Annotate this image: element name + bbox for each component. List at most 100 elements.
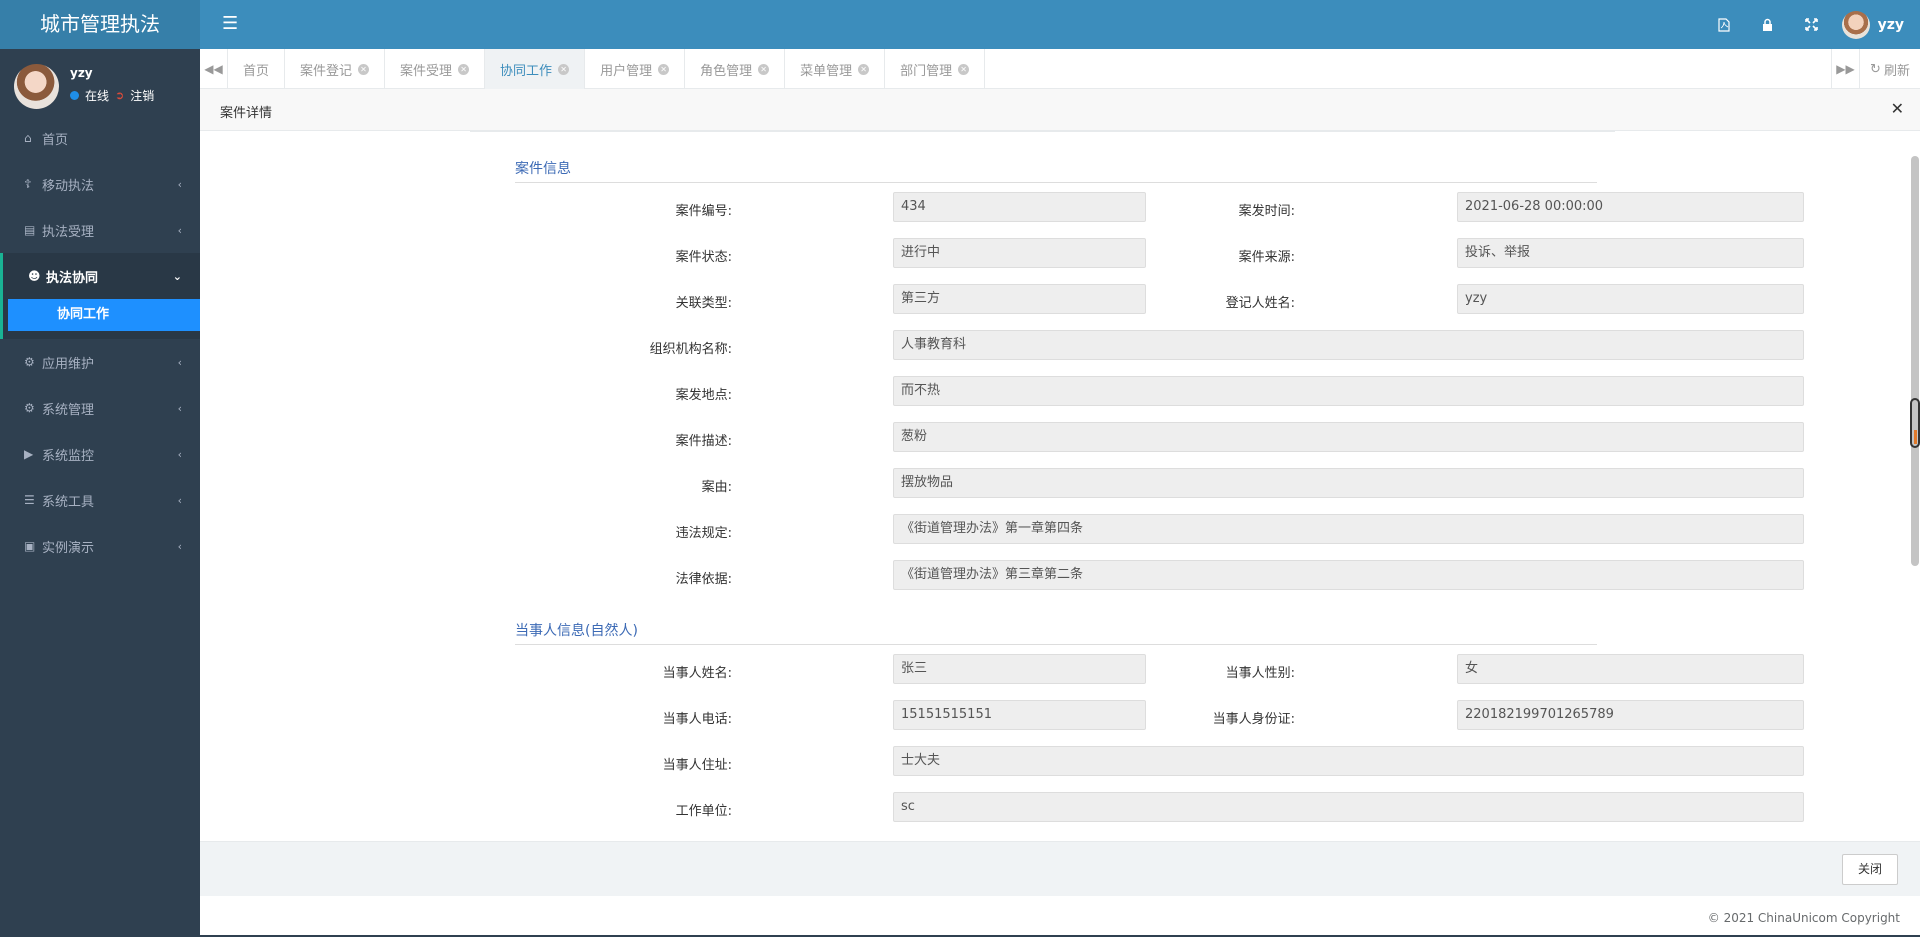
close-icon[interactable]: ✕: [558, 63, 570, 75]
chevron-down-icon: ⌄: [172, 269, 182, 283]
case-status-field[interactable]: 进行中: [893, 238, 1146, 268]
dialog-body: 案件信息 案件编号: 434 案发时间: 2021-06-28 00:00:00…: [200, 131, 1920, 841]
online-status-icon: [70, 91, 79, 100]
bars-icon: ☰: [24, 493, 35, 507]
menu-toggle-icon[interactable]: ☰: [222, 14, 242, 34]
avatar: [14, 64, 59, 109]
close-icon[interactable]: ✕: [958, 63, 970, 75]
logout-link[interactable]: 注销: [130, 87, 154, 104]
sidebar-username: yzy: [70, 66, 93, 80]
close-icon[interactable]: ✕: [1891, 99, 1904, 118]
case-time-label: 案发时间:: [1238, 204, 1295, 219]
party-gender-label: 当事人性别:: [1225, 666, 1295, 681]
scrollbar-thumb[interactable]: [1911, 156, 1919, 566]
tabs-scroll-left-icon[interactable]: ◀◀: [200, 49, 228, 89]
case-no-field[interactable]: 434: [893, 192, 1146, 222]
org-name-field[interactable]: 人事教育科: [893, 330, 1804, 360]
tabs-scroll-right-icon[interactable]: ▶▶: [1831, 49, 1859, 89]
close-icon[interactable]: ✕: [758, 63, 770, 75]
close-icon[interactable]: ✕: [358, 63, 370, 75]
sidebar-item-mobile-enforcement[interactable]: ☦ 移动执法 ‹: [0, 161, 200, 207]
sidebar-item-system-tools[interactable]: ☰ 系统工具 ‹: [0, 477, 200, 523]
pdf-icon[interactable]: [1702, 0, 1746, 49]
tab-label: 协同工作: [500, 63, 553, 79]
party-gender-field[interactable]: 女: [1457, 654, 1804, 684]
chevron-left-icon: ‹: [177, 223, 182, 237]
sidebar-nav: ⌂ 首页 ☦ 移动执法 ‹ ▤ 执法受理 ‹ ☻ 执法协同 ⌄ 协同工作 ⚙ 应…: [0, 115, 200, 569]
party-address-field[interactable]: 士大夫: [893, 746, 1804, 776]
tab-case-register[interactable]: 案件登记 ✕: [285, 49, 386, 89]
registrant-field[interactable]: yzy: [1457, 284, 1804, 314]
party-name-field[interactable]: 张三: [893, 654, 1146, 684]
sidebar-item-app-maintenance[interactable]: ⚙ 应用维护 ‹: [0, 339, 200, 385]
tab-role-management[interactable]: 角色管理 ✕: [685, 49, 786, 89]
party-name-label: 当事人姓名:: [662, 666, 732, 681]
work-unit-field[interactable]: sc: [893, 792, 1804, 822]
sidebar-item-label: 系统管理: [42, 402, 95, 418]
chevron-left-icon: ‹: [177, 447, 182, 461]
tabs-bar: ◀◀ 首页 案件登记 ✕ 案件受理 ✕ 协同工作 ✕ 用户管理 ✕ 角色管理 ✕ 菜单管理…: [200, 49, 1920, 89]
case-desc-field[interactable]: 葱粉: [893, 422, 1804, 452]
logout-icon[interactable]: ➲: [115, 89, 124, 102]
dialog-title: 案件详情: [220, 106, 273, 121]
tab-user-management[interactable]: 用户管理 ✕: [585, 49, 686, 89]
case-source-field[interactable]: 投诉、举报: [1457, 238, 1804, 268]
tab-dept-management[interactable]: 部门管理 ✕: [885, 49, 986, 89]
dialog-scrollbar[interactable]: [1910, 131, 1920, 841]
tab-collab-work[interactable]: 协同工作 ✕: [485, 49, 586, 89]
header-user-menu[interactable]: yzy: [1834, 0, 1920, 49]
section-title-case: 案件信息: [515, 161, 571, 177]
party-address-label: 当事人住址:: [662, 758, 732, 773]
case-place-label: 案发地点:: [675, 388, 732, 403]
legal-basis-field[interactable]: 《街道管理办法》第三章第二条: [893, 560, 1804, 590]
sidebar-item-collaboration[interactable]: ☻ 执法协同 ⌄: [0, 253, 200, 299]
tab-home[interactable]: 首页: [228, 49, 286, 89]
fullscreen-icon[interactable]: [1790, 0, 1834, 49]
case-no-label: 案件编号:: [675, 204, 732, 219]
close-icon[interactable]: ✕: [858, 63, 870, 75]
collaboration-submenu: 协同工作: [0, 299, 200, 339]
refresh-icon: ↻: [1870, 61, 1881, 77]
close-icon[interactable]: ✕: [458, 63, 470, 75]
sidebar-item-demo[interactable]: ▣ 实例演示 ‹: [0, 523, 200, 569]
header-username: yzy: [1877, 16, 1904, 33]
registrant-label: 登记人姓名:: [1225, 296, 1295, 311]
sidebar-item-label: 应用维护: [42, 356, 95, 372]
violation-rule-field[interactable]: 《街道管理办法》第一章第四条: [893, 514, 1804, 544]
refresh-button[interactable]: ↻ 刷新: [1859, 49, 1920, 89]
scroll-position-marker: [1910, 398, 1920, 448]
sidebar-item-home[interactable]: ⌂ 首页: [0, 115, 200, 161]
violation-rule-label: 违法规定:: [675, 526, 732, 541]
sidebar-subitem-collab-work[interactable]: 协同工作: [8, 299, 200, 331]
close-icon[interactable]: ✕: [658, 63, 670, 75]
case-cause-field[interactable]: 摆放物品: [893, 468, 1804, 498]
desktop-icon: ▣: [24, 539, 36, 553]
case-source-label: 案件来源:: [1238, 250, 1295, 265]
sidebar-item-system-management[interactable]: ⚙ 系统管理 ‹: [0, 385, 200, 431]
sidebar-item-label: 执法受理: [42, 224, 95, 240]
tab-label: 角色管理: [700, 63, 753, 79]
sidebar-item-acceptance[interactable]: ▤ 执法受理 ‹: [0, 207, 200, 253]
tab-case-accept[interactable]: 案件受理 ✕: [385, 49, 486, 89]
tab-menu-management[interactable]: 菜单管理 ✕: [785, 49, 886, 89]
users-icon: ☻: [28, 269, 41, 283]
case-desc-label: 案件描述:: [675, 434, 732, 449]
chevron-left-icon: ‹: [177, 493, 182, 507]
case-place-field[interactable]: 而不热: [893, 376, 1804, 406]
header-toolbar: yzy: [1702, 0, 1920, 49]
chevron-left-icon: ‹: [177, 355, 182, 369]
party-id-field[interactable]: 220182199701265789: [1457, 700, 1804, 730]
avatar: [1841, 10, 1870, 39]
chevron-left-icon: ‹: [177, 177, 182, 191]
close-button[interactable]: 关闭: [1842, 854, 1898, 885]
sidebar-item-system-monitor[interactable]: ▶ 系统监控 ‹: [0, 431, 200, 477]
case-time-field[interactable]: 2021-06-28 00:00:00: [1457, 192, 1804, 222]
party-phone-field[interactable]: 15151515151: [893, 700, 1146, 730]
tab-label: 首页: [243, 63, 270, 79]
lock-icon[interactable]: [1746, 0, 1790, 49]
top-header: 城市管理执法 ☰ yzy: [0, 0, 1920, 49]
dialog-footer: 关闭: [200, 841, 1920, 896]
list-icon: ▤: [24, 223, 36, 237]
section-title-party: 当事人信息(自然人): [515, 623, 638, 639]
relation-type-field[interactable]: 第三方: [893, 284, 1146, 314]
